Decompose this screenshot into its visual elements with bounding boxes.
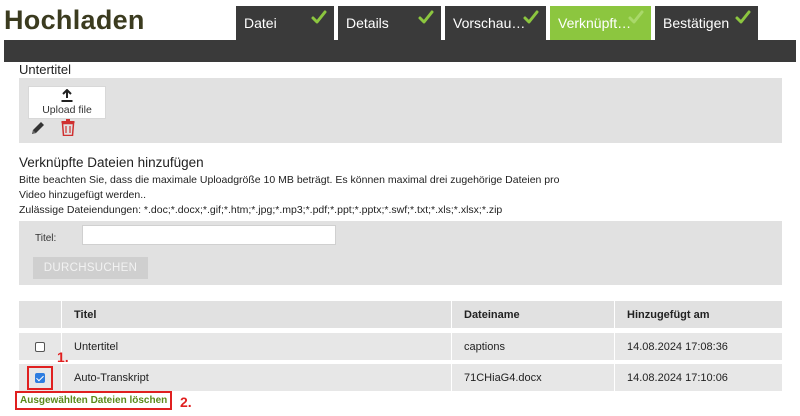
select-column-header — [19, 301, 61, 328]
title-input[interactable] — [82, 225, 336, 245]
tab-label: Bestätigen — [663, 15, 730, 31]
check-icon — [627, 9, 645, 27]
row-title: Untertitel — [62, 333, 451, 360]
main-content: Untertitel Upload file Verknüpfte Dateie… — [4, 62, 796, 416]
column-header-filename[interactable]: Dateiname — [452, 301, 614, 328]
tab-vorschau[interactable]: Vorschau… — [445, 6, 546, 40]
title-label: Titel: — [35, 233, 57, 244]
browse-button[interactable]: DURCHSUCHEN — [33, 257, 148, 279]
table-header-row: Titel Dateiname Hinzugefügt am — [19, 301, 782, 328]
annotation-step-2: 2. — [180, 394, 192, 410]
trash-icon[interactable] — [61, 119, 75, 137]
column-header-title[interactable]: Titel — [62, 301, 451, 328]
upload-icon — [61, 89, 73, 102]
header: Hochladen Datei Details Vorschau… Verknü… — [0, 0, 800, 40]
table-row: Auto-Transkript 71CHiaG4.docx 14.08.2024… — [19, 364, 782, 391]
check-icon — [522, 9, 540, 27]
row-filename: captions — [452, 333, 614, 360]
info-text-line-3: Zulässige Dateiendungen: *.doc;*.docx;*.… — [19, 204, 503, 216]
table-row: Untertitel captions 14.08.2024 17:08:36 — [19, 333, 782, 360]
check-icon — [734, 9, 752, 27]
row-date: 14.08.2024 17:08:36 — [615, 333, 782, 360]
tab-label: Datei — [244, 15, 277, 31]
page-title: Hochladen — [4, 5, 145, 35]
tab-label: Details — [346, 15, 389, 31]
info-text-line-1: Bitte beachten Sie, dass die maximale Up… — [19, 174, 560, 186]
column-header-date[interactable]: Hinzugefügt am — [615, 301, 782, 328]
wizard-tabs: Datei Details Vorschau… Verknüpft… Bestä… — [236, 6, 762, 40]
annotation-step-1: 1. — [57, 349, 69, 365]
row-checkbox[interactable] — [35, 341, 45, 352]
row-date: 14.08.2024 17:10:06 — [615, 364, 782, 391]
subtitle-section-label: Untertitel — [19, 62, 72, 77]
tab-label: Vorschau… — [453, 15, 526, 31]
tab-verknuepft[interactable]: Verknüpft… — [550, 6, 651, 40]
row-title: Auto-Transkript — [62, 364, 451, 391]
pencil-icon[interactable] — [30, 120, 46, 136]
linked-files-heading: Verknüpfte Dateien hinzufügen — [19, 155, 204, 170]
row-filename: 71CHiaG4.docx — [452, 364, 614, 391]
check-icon — [417, 9, 435, 27]
select-cell — [19, 333, 61, 360]
upload-file-label: Upload file — [42, 104, 92, 116]
upload-area: Upload file — [19, 78, 782, 143]
delete-selected-link[interactable]: Ausgewählten Dateien löschen — [15, 391, 173, 410]
info-text-line-2: Video hinzugefügt werden.. — [19, 189, 147, 201]
search-panel: Titel: DURCHSUCHEN — [19, 221, 782, 285]
tab-underline-bar — [4, 40, 796, 62]
tab-datei[interactable]: Datei — [236, 6, 334, 40]
tab-label: Verknüpft… — [558, 15, 632, 31]
annotation-box-checkbox — [27, 366, 53, 390]
tab-bestaetigen[interactable]: Bestätigen — [655, 6, 758, 40]
upload-file-button[interactable]: Upload file — [28, 86, 106, 119]
tab-details[interactable]: Details — [338, 6, 441, 40]
check-icon — [310, 9, 328, 27]
